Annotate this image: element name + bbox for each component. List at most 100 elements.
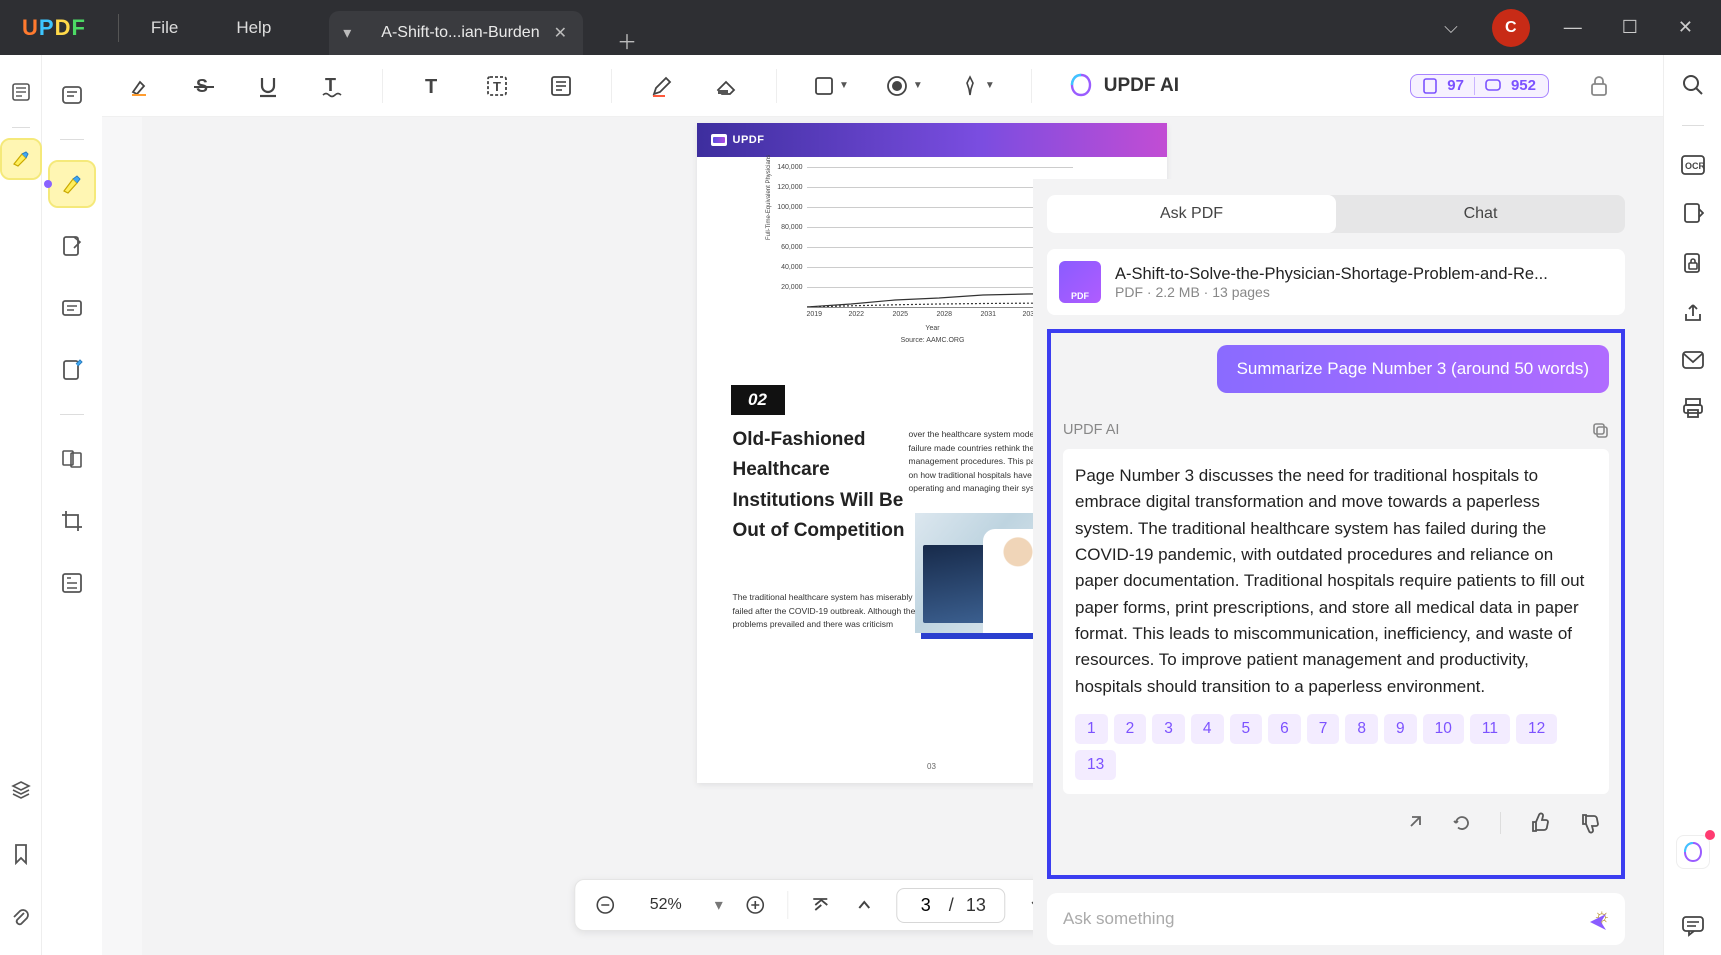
page-chip[interactable]: 8 <box>1345 714 1378 744</box>
protect-icon[interactable] <box>1682 252 1704 276</box>
copy-icon[interactable] <box>1591 421 1609 439</box>
page-chip[interactable]: 10 <box>1423 714 1464 744</box>
conversation-highlight: Summarize Page Number 3 (around 50 words… <box>1047 329 1625 879</box>
ai-brand-label: UPDF AI <box>1104 75 1179 97</box>
pdf-badge-icon <box>1059 261 1101 303</box>
thumbnails-icon[interactable] <box>2 73 40 111</box>
ai-response-text: Page Number 3 discusses the need for tra… <box>1075 463 1597 700</box>
share-icon[interactable] <box>1404 813 1424 833</box>
menu-file[interactable]: File <box>151 18 178 38</box>
search-page-icon[interactable] <box>1681 73 1705 97</box>
svg-text:T: T <box>325 75 336 95</box>
ai-launcher-icon[interactable] <box>1676 835 1710 869</box>
zoom-in-button[interactable] <box>743 895 767 915</box>
form-tool-icon[interactable] <box>50 561 94 605</box>
shape-picker[interactable]: ▼ <box>813 75 849 97</box>
user-avatar[interactable]: C <box>1492 9 1530 47</box>
print-icon[interactable] <box>1681 396 1705 420</box>
section-title: Old-Fashioned Healthcare Institutions Wi… <box>733 425 909 547</box>
user-message: Summarize Page Number 3 (around 50 words… <box>1217 345 1609 393</box>
tab-close-icon[interactable]: ✕ <box>554 23 567 43</box>
marker-tool-icon[interactable] <box>50 162 94 206</box>
page-chip[interactable]: 11 <box>1470 714 1510 744</box>
text-callout-icon[interactable]: T <box>483 72 511 100</box>
email-icon[interactable] <box>1681 350 1705 370</box>
page-input[interactable]: / 13 <box>896 888 1005 923</box>
window-maximize-button[interactable]: ☐ <box>1616 17 1644 38</box>
divider <box>118 14 119 42</box>
svg-text:OCR: OCR <box>1685 161 1706 171</box>
lock-icon[interactable] <box>1585 72 1613 100</box>
eraser-icon[interactable] <box>712 72 740 100</box>
file-meta: PDF · 2.2 MB · 13 pages <box>1115 284 1548 300</box>
leftrail <box>0 55 42 955</box>
page-total: 13 <box>966 895 986 916</box>
page-chip[interactable]: 2 <box>1114 714 1147 744</box>
menu-help[interactable]: Help <box>236 18 271 38</box>
credits-pill[interactable]: 97 952 <box>1410 74 1549 98</box>
page-chip[interactable]: 5 <box>1230 714 1263 744</box>
send-icon[interactable] <box>1587 911 1609 933</box>
underline-icon[interactable] <box>254 72 282 100</box>
page-chip[interactable]: 7 <box>1307 714 1340 744</box>
compose-box[interactable]: Ask something ☼ <box>1047 893 1625 945</box>
comments-panel-icon[interactable] <box>1681 915 1705 937</box>
window-close-button[interactable]: ✕ <box>1672 17 1699 38</box>
pen-tool-icon[interactable] <box>50 348 94 392</box>
ai-brand: UPDF AI <box>1068 73 1179 99</box>
highlight-color-icon[interactable] <box>126 72 154 100</box>
svg-text:T: T <box>493 79 501 94</box>
crop-tool-icon[interactable] <box>50 499 94 543</box>
stamp-picker[interactable]: ▼ <box>885 74 923 98</box>
first-page-button[interactable] <box>808 896 832 914</box>
squiggly-icon[interactable]: T <box>318 72 346 100</box>
prev-page-button[interactable] <box>852 897 876 913</box>
format-toolbar: S T T T ▼ ▼ ▼ UPDF AI 97 <box>102 55 1721 117</box>
tab-list-dropdown[interactable]: ▾ <box>329 11 365 55</box>
layers-icon[interactable] <box>2 771 40 809</box>
note-tool-icon[interactable] <box>50 224 94 268</box>
ai-logo-icon <box>1068 73 1094 99</box>
compose-placeholder: Ask something <box>1063 909 1175 928</box>
page-chip[interactable]: 13 <box>1075 750 1116 780</box>
text-tool-icon[interactable]: T <box>419 72 447 100</box>
tab-ask-pdf[interactable]: Ask PDF <box>1047 195 1336 233</box>
attachment-icon[interactable] <box>2 899 40 937</box>
regenerate-icon[interactable] <box>1452 813 1472 833</box>
page-chip[interactable]: 12 <box>1516 714 1557 744</box>
tab-chat[interactable]: Chat <box>1336 195 1625 233</box>
comment-tool-icon[interactable] <box>50 73 94 117</box>
zoom-dropdown-icon[interactable]: ▾ <box>715 895 723 915</box>
menu-chevron-icon[interactable]: ⌵ <box>1438 17 1464 38</box>
share-panel-icon[interactable] <box>1682 302 1704 324</box>
credits-right: 952 <box>1511 77 1536 94</box>
ai-panel: Ask PDF Chat A-Shift-to-Solve-the-Physic… <box>1033 179 1639 955</box>
document-tab[interactable]: A-Shift-to...ian-Burden ✕ <box>365 11 583 55</box>
page-chip[interactable]: 6 <box>1268 714 1301 744</box>
pencil-icon[interactable] <box>648 72 676 100</box>
page-chip[interactable]: 1 <box>1075 714 1108 744</box>
section-body-left: The traditional healthcare system has mi… <box>733 591 917 632</box>
export-icon[interactable] <box>1682 202 1704 226</box>
textbox-tool-icon[interactable] <box>50 286 94 330</box>
thumbs-down-icon[interactable] <box>1579 812 1601 834</box>
page-chip[interactable]: 9 <box>1384 714 1417 744</box>
chat-credit-icon <box>1485 79 1501 93</box>
window-minimize-button[interactable]: — <box>1558 17 1588 38</box>
section-number: 02 <box>731 385 785 415</box>
page-chip[interactable]: 4 <box>1191 714 1224 744</box>
ai-response: Page Number 3 discusses the need for tra… <box>1063 449 1609 794</box>
pin-picker[interactable]: ▼ <box>959 75 995 97</box>
paragraph-icon[interactable] <box>547 72 575 100</box>
bookmark-icon[interactable] <box>2 835 40 873</box>
ocr-icon[interactable]: OCR <box>1680 154 1706 176</box>
page-chip[interactable]: 3 <box>1152 714 1185 744</box>
zoom-out-button[interactable] <box>593 895 617 915</box>
thumbs-up-icon[interactable] <box>1529 812 1551 834</box>
strikethrough-icon[interactable]: S <box>190 72 218 100</box>
doc-credit-icon <box>1423 78 1437 94</box>
new-tab-button[interactable]: ＋ <box>617 26 637 55</box>
compare-tool-icon[interactable] <box>50 437 94 481</box>
page-number-input[interactable] <box>915 895 937 916</box>
highlight-tool-icon[interactable] <box>2 140 40 178</box>
